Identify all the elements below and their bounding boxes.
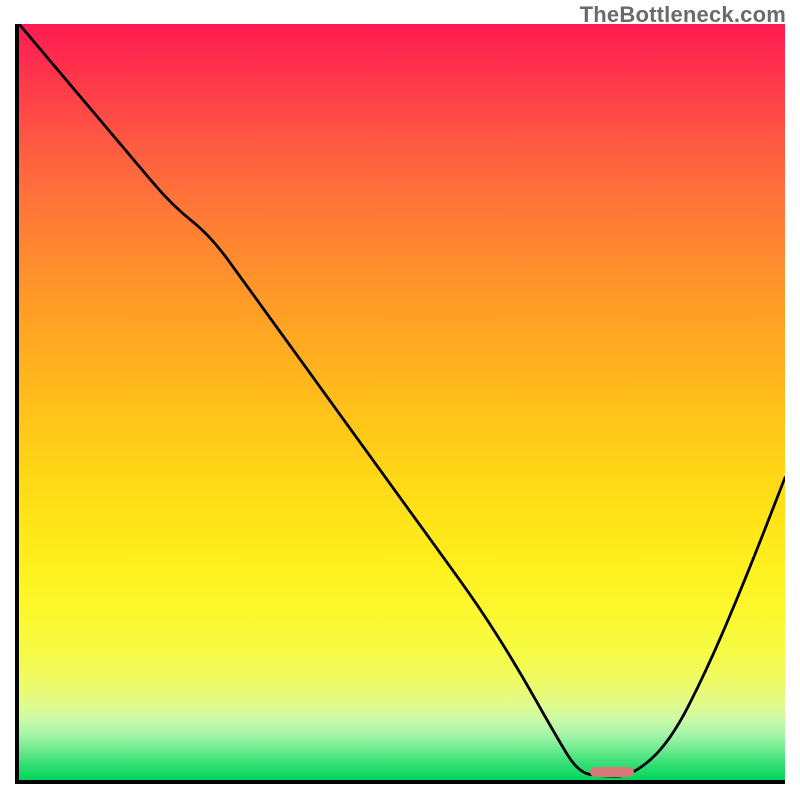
bottleneck-curve — [19, 24, 785, 776]
chart-container: TheBottleneck.com — [0, 0, 800, 800]
plot-area — [15, 24, 785, 784]
curve-svg — [19, 24, 785, 780]
optimal-marker — [590, 767, 634, 777]
